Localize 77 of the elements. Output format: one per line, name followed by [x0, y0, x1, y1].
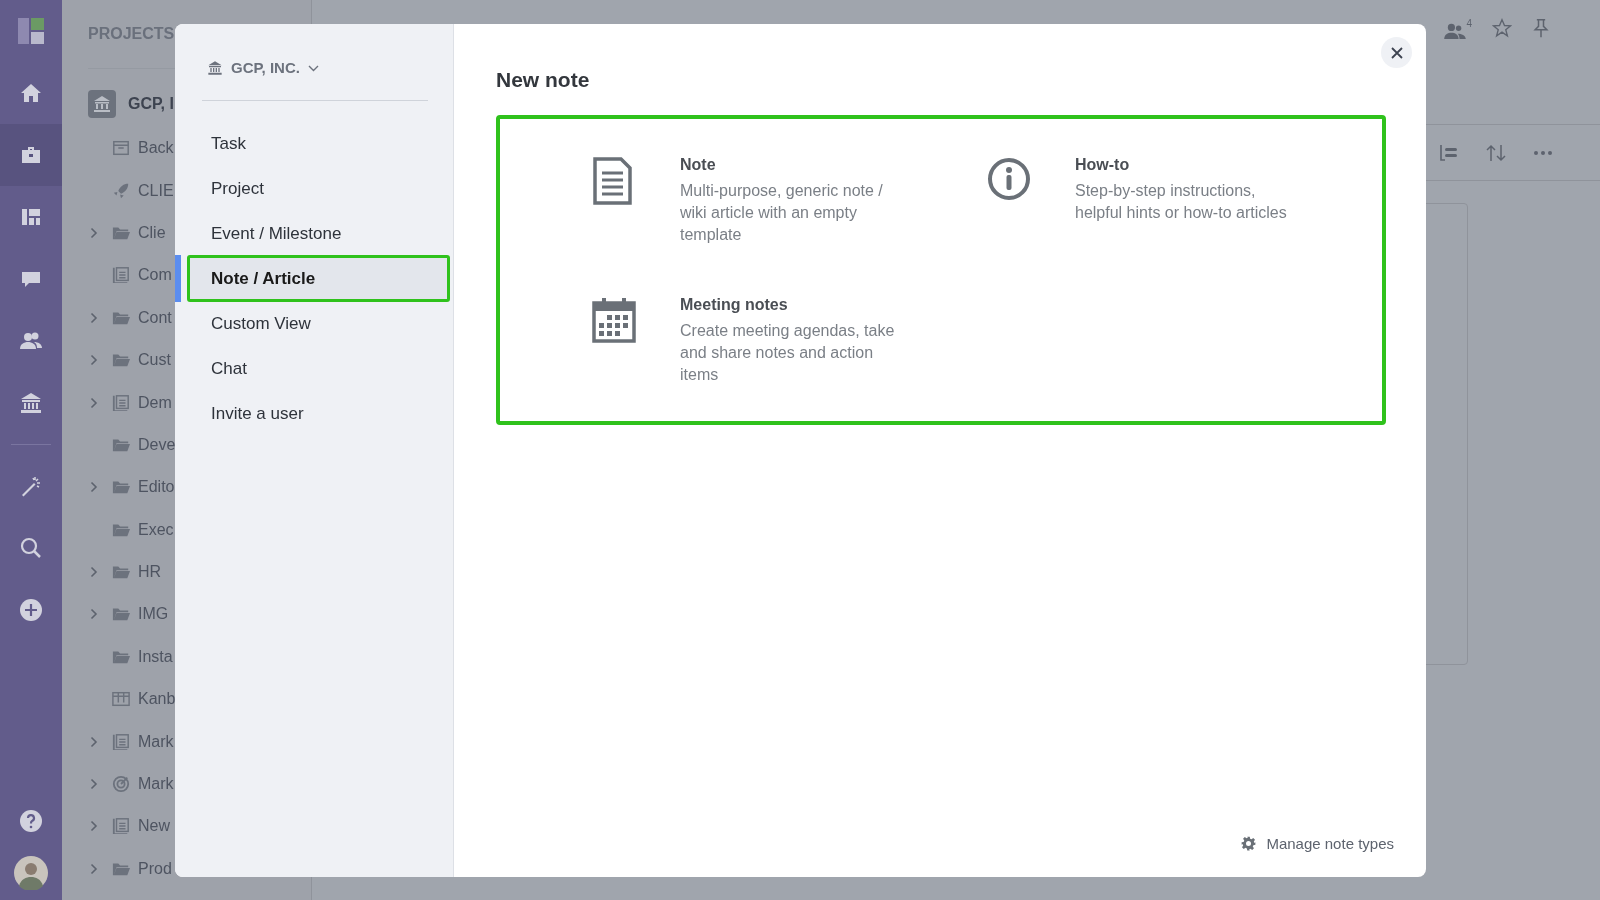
calendar-icon[interactable] [592, 297, 636, 345]
chevron-right-icon[interactable] [90, 226, 98, 239]
tree-item[interactable]: Prod [138, 856, 172, 881]
rail-item[interactable] [0, 124, 62, 186]
tree-item[interactable]: Clie [138, 220, 166, 245]
chevron-right-icon[interactable] [90, 778, 98, 791]
help-icon[interactable] [19, 809, 43, 833]
tree-item[interactable]: IMG [138, 602, 169, 627]
manage-link[interactable]: Manage note types [1241, 832, 1394, 855]
tree-item[interactable]: Insta [138, 644, 173, 669]
menu-item[interactable]: Note / Article [187, 255, 450, 302]
bank-icon [207, 60, 223, 76]
menu-item[interactable]: Task [187, 121, 450, 166]
stacked-pages-icon [112, 266, 130, 285]
chevron-right-icon[interactable] [90, 311, 98, 324]
tree-item[interactable]: Back [138, 136, 174, 161]
archive-icon [112, 139, 130, 158]
note-type-description: Step-by-step instructions, helpful hints or how-to articles [1075, 181, 1288, 223]
tree-root[interactable]: GCP, I [128, 92, 174, 116]
chevron-right-icon[interactable] [90, 354, 98, 367]
chevron-right-icon[interactable] [90, 862, 98, 875]
bank-icon [19, 391, 43, 415]
selection-indicator [175, 255, 181, 302]
tree-item[interactable]: Mark [138, 729, 174, 754]
stacked-pages-icon [112, 393, 130, 412]
dialog-title: New note [496, 67, 590, 93]
tree-item[interactable]: Exec [138, 517, 174, 542]
outline-icon[interactable] [1440, 144, 1458, 161]
note-type-title[interactable]: How-to [1075, 153, 1130, 177]
close-icon [1390, 46, 1403, 59]
search-icon [19, 536, 43, 560]
target-icon [112, 775, 130, 794]
menu-item[interactable]: Custom View [187, 301, 450, 346]
home-icon [19, 81, 43, 105]
rocket-icon [112, 181, 130, 200]
menu-item[interactable]: Event / Milestone [187, 211, 450, 256]
tree-item[interactable]: Cont [138, 305, 172, 330]
member-count: 4 [1466, 17, 1472, 31]
tree-item[interactable]: Cust [138, 348, 171, 373]
menu-item[interactable]: Project [187, 166, 450, 211]
tree-item[interactable]: CLIE [138, 178, 174, 203]
pin-icon[interactable] [1532, 18, 1550, 38]
menu-item[interactable]: Chat [187, 346, 450, 391]
bank-icon [88, 90, 116, 118]
tree-item[interactable]: Edito [138, 475, 175, 500]
tree-item[interactable]: Mark [138, 772, 174, 797]
note-type-title[interactable]: Meeting notes [680, 293, 788, 317]
settings-icon [1241, 836, 1257, 852]
note-type-title[interactable]: Note [680, 153, 716, 177]
chevron-right-icon[interactable] [90, 608, 98, 621]
tree-item[interactable]: Deve [138, 432, 176, 457]
more-icon[interactable] [1534, 150, 1552, 155]
tree-item[interactable]: HR [138, 560, 162, 585]
chevron-right-icon[interactable] [90, 481, 98, 494]
avatar-icon[interactable] [14, 856, 48, 890]
tree-item[interactable]: Com [138, 263, 172, 288]
note-type-description: Multi-purpose, generic note / wiki article with an empty template [680, 181, 884, 245]
app-logo-icon [18, 18, 44, 44]
chevron-right-icon[interactable] [90, 396, 98, 409]
chevron-right-icon[interactable] [90, 566, 98, 579]
sort-icon[interactable] [1486, 143, 1506, 162]
kanban-icon [112, 690, 130, 709]
star-icon[interactable] [1492, 18, 1512, 38]
people-icon[interactable] [1444, 22, 1467, 40]
organization-dropdown[interactable]: GCP, INC. [205, 56, 321, 80]
close-button[interactable] [1381, 37, 1412, 68]
tree-item[interactable]: New [138, 814, 170, 839]
add-icon [19, 598, 43, 622]
menu-item[interactable]: Invite a user [187, 391, 450, 436]
stacked-pages-icon [112, 817, 130, 836]
tree-item[interactable]: Kanb [138, 687, 176, 712]
tree-item[interactable]: Dem [138, 390, 172, 415]
note-type-description: Create meeting agendas, take and share notes and action items [680, 321, 896, 385]
stacked-pages-icon [112, 732, 130, 751]
chevron-right-icon[interactable] [90, 820, 98, 833]
chevron-right-icon[interactable] [90, 735, 98, 748]
chevron-down-icon [307, 64, 319, 72]
